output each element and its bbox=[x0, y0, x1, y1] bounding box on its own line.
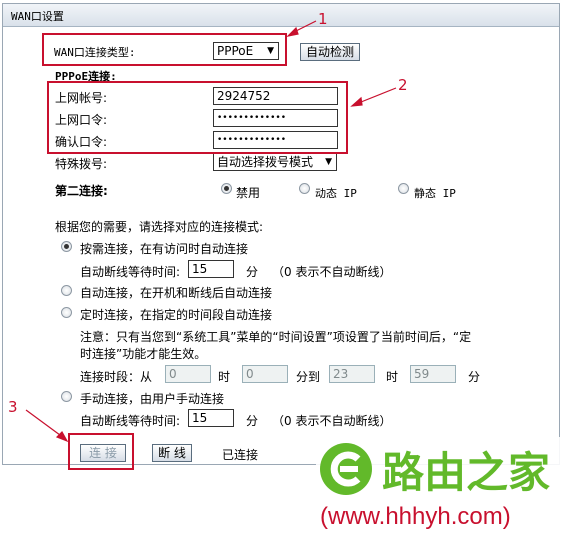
watermark-area: 路由之家 (www.hhhyh.com) bbox=[316, 437, 566, 537]
watermark-brand: 路由之家 bbox=[382, 448, 551, 497]
watermark-url: (www.hhhyh.com) bbox=[320, 503, 511, 530]
router-logo-icon bbox=[320, 443, 372, 495]
